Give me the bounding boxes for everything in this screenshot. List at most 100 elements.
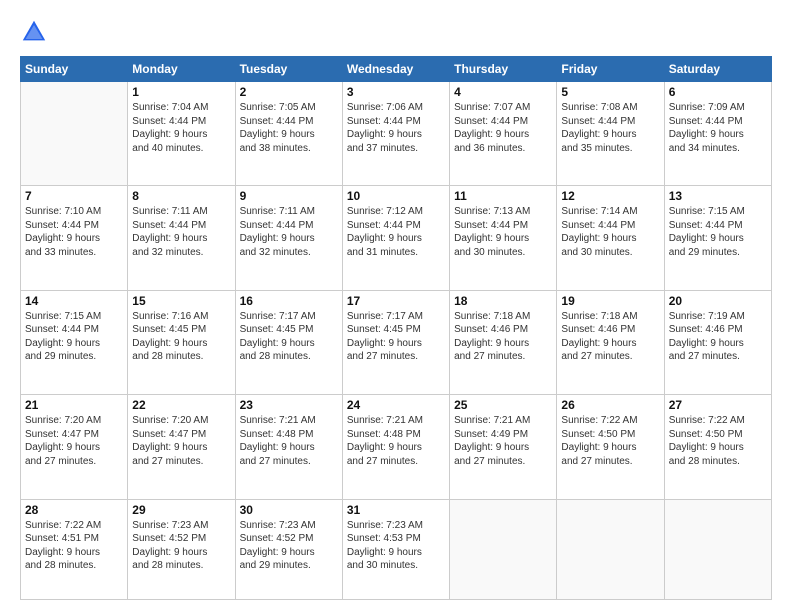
day-number: 29 xyxy=(132,503,230,517)
cell-content: Sunrise: 7:04 AM Sunset: 4:44 PM Dayligh… xyxy=(132,101,230,155)
cell-content: Sunrise: 7:17 AM Sunset: 4:45 PM Dayligh… xyxy=(240,310,338,364)
calendar-table: SundayMondayTuesdayWednesdayThursdayFrid… xyxy=(20,56,772,600)
calendar-cell: 26Sunrise: 7:22 AM Sunset: 4:50 PM Dayli… xyxy=(557,395,664,499)
cell-content: Sunrise: 7:23 AM Sunset: 4:52 PM Dayligh… xyxy=(132,519,230,573)
day-number: 1 xyxy=(132,85,230,99)
day-number: 17 xyxy=(347,294,445,308)
calendar-cell: 1 Sunrise: 7:04 AM Sunset: 4:44 PM Daylig… xyxy=(128,82,235,186)
cell-content: Sunrise: 7:22 AM Sunset: 4:51 PM Dayligh… xyxy=(25,519,123,573)
cell-content: Sunrise: 7:21 AM Sunset: 4:49 PM Dayligh… xyxy=(454,414,552,468)
calendar-cell: 2Sunrise: 7:05 AM Sunset: 4:44 PM Daylig… xyxy=(235,82,342,186)
cell-content: Sunrise: 7:20 AM Sunset: 4:47 PM Dayligh… xyxy=(132,414,230,468)
day-number: 5 xyxy=(561,85,659,99)
day-number: 6 xyxy=(669,85,767,99)
calendar-cell: 8 Sunrise: 7:11 AM Sunset: 4:44 PM Daylig… xyxy=(128,186,235,290)
cell-content: Sunrise: 7:07 AM Sunset: 4:44 PM Dayligh… xyxy=(454,101,552,155)
calendar-week-row: 28 Sunrise: 7:22 AM Sunset: 4:51 PM Dayli… xyxy=(21,499,772,600)
calendar-cell: 30 Sunrise: 7:23 AM Sunset: 4:52 PM Dayli… xyxy=(235,499,342,600)
day-number: 24 xyxy=(347,398,445,412)
calendar-cell xyxy=(557,499,664,600)
cell-content: Sunrise: 7:06 AM Sunset: 4:44 PM Dayligh… xyxy=(347,101,445,155)
calendar-cell: 20 Sunrise: 7:19 AM Sunset: 4:46 PM Dayli… xyxy=(664,290,771,394)
calendar-cell: 23 Sunrise: 7:21 AM Sunset: 4:48 PM Dayli… xyxy=(235,395,342,499)
calendar-day-header: Wednesday xyxy=(342,57,449,82)
day-number: 21 xyxy=(25,398,123,412)
logo xyxy=(20,18,52,46)
day-number: 10 xyxy=(347,189,445,203)
calendar-week-row: 14Sunrise: 7:15 AM Sunset: 4:44 PM Dayli… xyxy=(21,290,772,394)
day-number: 19 xyxy=(561,294,659,308)
day-number: 18 xyxy=(454,294,552,308)
calendar-header-row: SundayMondayTuesdayWednesdayThursdayFrid… xyxy=(21,57,772,82)
day-number: 4 xyxy=(454,85,552,99)
day-number: 12 xyxy=(561,189,659,203)
calendar-cell: 6 Sunrise: 7:09 AM Sunset: 4:44 PM Daylig… xyxy=(664,82,771,186)
cell-content: Sunrise: 7:18 AM Sunset: 4:46 PM Dayligh… xyxy=(561,310,659,364)
cell-content: Sunrise: 7:21 AM Sunset: 4:48 PM Dayligh… xyxy=(240,414,338,468)
calendar-cell: 24 Sunrise: 7:21 AM Sunset: 4:48 PM Dayli… xyxy=(342,395,449,499)
cell-content: Sunrise: 7:11 AM Sunset: 4:44 PM Dayligh… xyxy=(132,205,230,259)
calendar-day-header: Friday xyxy=(557,57,664,82)
header xyxy=(20,18,772,46)
day-number: 14 xyxy=(25,294,123,308)
calendar-cell: 14Sunrise: 7:15 AM Sunset: 4:44 PM Dayli… xyxy=(21,290,128,394)
calendar-cell xyxy=(21,82,128,186)
calendar-cell: 5 Sunrise: 7:08 AM Sunset: 4:44 PM Daylig… xyxy=(557,82,664,186)
calendar-cell: 13Sunrise: 7:15 AM Sunset: 4:44 PM Dayli… xyxy=(664,186,771,290)
day-number: 3 xyxy=(347,85,445,99)
calendar-cell: 11 Sunrise: 7:13 AM Sunset: 4:44 PM Dayli… xyxy=(450,186,557,290)
cell-content: Sunrise: 7:19 AM Sunset: 4:46 PM Dayligh… xyxy=(669,310,767,364)
cell-content: Sunrise: 7:16 AM Sunset: 4:45 PM Dayligh… xyxy=(132,310,230,364)
calendar-cell xyxy=(664,499,771,600)
calendar-cell: 22 Sunrise: 7:20 AM Sunset: 4:47 PM Dayli… xyxy=(128,395,235,499)
calendar-cell: 3 Sunrise: 7:06 AM Sunset: 4:44 PM Daylig… xyxy=(342,82,449,186)
logo-icon xyxy=(20,18,48,46)
calendar-cell: 7 Sunrise: 7:10 AM Sunset: 4:44 PM Daylig… xyxy=(21,186,128,290)
calendar-cell: 12Sunrise: 7:14 AM Sunset: 4:44 PM Dayli… xyxy=(557,186,664,290)
cell-content: Sunrise: 7:15 AM Sunset: 4:44 PM Dayligh… xyxy=(669,205,767,259)
page: SundayMondayTuesdayWednesdayThursdayFrid… xyxy=(0,0,792,612)
cell-content: Sunrise: 7:22 AM Sunset: 4:50 PM Dayligh… xyxy=(669,414,767,468)
day-number: 20 xyxy=(669,294,767,308)
calendar-cell xyxy=(450,499,557,600)
calendar-day-header: Tuesday xyxy=(235,57,342,82)
calendar-cell: 16 Sunrise: 7:17 AM Sunset: 4:45 PM Dayli… xyxy=(235,290,342,394)
cell-content: Sunrise: 7:17 AM Sunset: 4:45 PM Dayligh… xyxy=(347,310,445,364)
day-number: 16 xyxy=(240,294,338,308)
cell-content: Sunrise: 7:09 AM Sunset: 4:44 PM Dayligh… xyxy=(669,101,767,155)
calendar-cell: 15 Sunrise: 7:16 AM Sunset: 4:45 PM Dayli… xyxy=(128,290,235,394)
cell-content: Sunrise: 7:08 AM Sunset: 4:44 PM Dayligh… xyxy=(561,101,659,155)
day-number: 8 xyxy=(132,189,230,203)
cell-content: Sunrise: 7:13 AM Sunset: 4:44 PM Dayligh… xyxy=(454,205,552,259)
calendar-week-row: 7 Sunrise: 7:10 AM Sunset: 4:44 PM Daylig… xyxy=(21,186,772,290)
calendar-cell: 9 Sunrise: 7:11 AM Sunset: 4:44 PM Daylig… xyxy=(235,186,342,290)
cell-content: Sunrise: 7:21 AM Sunset: 4:48 PM Dayligh… xyxy=(347,414,445,468)
day-number: 9 xyxy=(240,189,338,203)
cell-content: Sunrise: 7:23 AM Sunset: 4:52 PM Dayligh… xyxy=(240,519,338,573)
cell-content: Sunrise: 7:12 AM Sunset: 4:44 PM Dayligh… xyxy=(347,205,445,259)
cell-content: Sunrise: 7:22 AM Sunset: 4:50 PM Dayligh… xyxy=(561,414,659,468)
calendar-cell: 25Sunrise: 7:21 AM Sunset: 4:49 PM Dayli… xyxy=(450,395,557,499)
calendar-day-header: Sunday xyxy=(21,57,128,82)
calendar-cell: 18 Sunrise: 7:18 AM Sunset: 4:46 PM Dayli… xyxy=(450,290,557,394)
day-number: 27 xyxy=(669,398,767,412)
day-number: 2 xyxy=(240,85,338,99)
calendar-cell: 4 Sunrise: 7:07 AM Sunset: 4:44 PM Daylig… xyxy=(450,82,557,186)
cell-content: Sunrise: 7:23 AM Sunset: 4:53 PM Dayligh… xyxy=(347,519,445,573)
day-number: 31 xyxy=(347,503,445,517)
cell-content: Sunrise: 7:11 AM Sunset: 4:44 PM Dayligh… xyxy=(240,205,338,259)
calendar-day-header: Thursday xyxy=(450,57,557,82)
day-number: 7 xyxy=(25,189,123,203)
cell-content: Sunrise: 7:20 AM Sunset: 4:47 PM Dayligh… xyxy=(25,414,123,468)
day-number: 22 xyxy=(132,398,230,412)
cell-content: Sunrise: 7:18 AM Sunset: 4:46 PM Dayligh… xyxy=(454,310,552,364)
calendar-cell: 21 Sunrise: 7:20 AM Sunset: 4:47 PM Dayli… xyxy=(21,395,128,499)
day-number: 23 xyxy=(240,398,338,412)
day-number: 11 xyxy=(454,189,552,203)
day-number: 28 xyxy=(25,503,123,517)
cell-content: Sunrise: 7:10 AM Sunset: 4:44 PM Dayligh… xyxy=(25,205,123,259)
day-number: 30 xyxy=(240,503,338,517)
day-number: 15 xyxy=(132,294,230,308)
calendar-day-header: Saturday xyxy=(664,57,771,82)
calendar-week-row: 1 Sunrise: 7:04 AM Sunset: 4:44 PM Daylig… xyxy=(21,82,772,186)
